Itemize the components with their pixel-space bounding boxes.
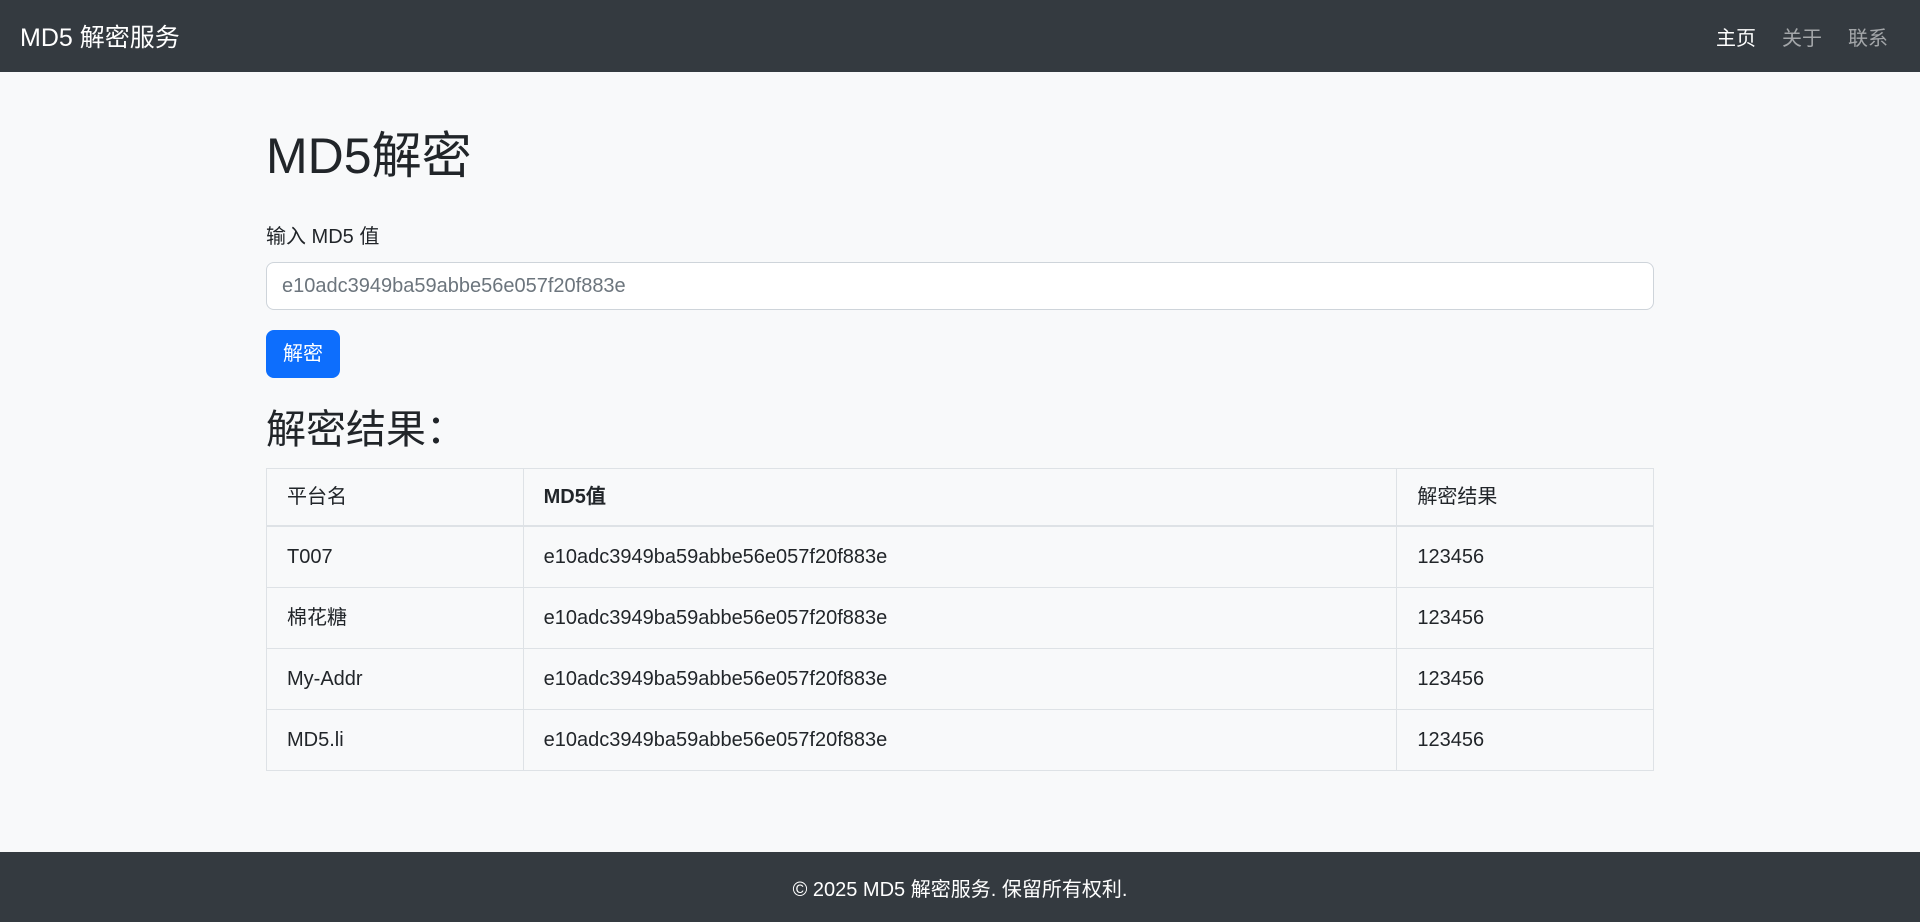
- md5-input-label: 输入 MD5 值: [266, 222, 1654, 252]
- table-row: MD5.li e10adc3949ba59abbe56e057f20f883e …: [267, 710, 1654, 771]
- cell-result: 123456: [1397, 710, 1654, 771]
- navbar-links: 主页 关于 联系: [1703, 12, 1888, 61]
- cell-result: 123456: [1397, 649, 1654, 710]
- cell-result: 123456: [1397, 526, 1654, 588]
- results-heading: 解密结果：: [266, 406, 1654, 454]
- footer-text: © 2025 MD5 解密服务. 保留所有权利.: [793, 873, 1128, 902]
- table-row: T007 e10adc3949ba59abbe56e057f20f883e 12…: [267, 526, 1654, 588]
- navbar: MD5 解密服务 主页 关于 联系: [0, 0, 1920, 72]
- md5-input[interactable]: [266, 262, 1654, 310]
- nav-link-about[interactable]: 关于: [1769, 12, 1835, 61]
- cell-platform: MD5.li: [267, 710, 524, 771]
- table-header-row: 平台名 MD5值 解密结果: [267, 469, 1654, 527]
- cell-platform: T007: [267, 526, 524, 588]
- table-row: 棉花糖 e10adc3949ba59abbe56e057f20f883e 123…: [267, 588, 1654, 649]
- main-content: MD5解密 输入 MD5 值 解密 解密结果： 平台名 MD5值 解密结果 T0…: [266, 72, 1654, 852]
- cell-result: 123456: [1397, 588, 1654, 649]
- cell-md5: e10adc3949ba59abbe56e057f20f883e: [523, 649, 1397, 710]
- cell-platform: My-Addr: [267, 649, 524, 710]
- results-table-body: T007 e10adc3949ba59abbe56e057f20f883e 12…: [267, 526, 1654, 771]
- cell-md5: e10adc3949ba59abbe56e057f20f883e: [523, 526, 1397, 588]
- cell-platform: 棉花糖: [267, 588, 524, 649]
- results-table: 平台名 MD5值 解密结果 T007 e10adc3949ba59abbe56e…: [266, 468, 1654, 771]
- nav-link-contact[interactable]: 联系: [1835, 12, 1888, 61]
- site-footer: © 2025 MD5 解密服务. 保留所有权利.: [0, 852, 1920, 922]
- page-title: MD5解密: [266, 126, 1654, 186]
- results-table-head: 平台名 MD5值 解密结果: [267, 469, 1654, 527]
- cell-md5: e10adc3949ba59abbe56e057f20f883e: [523, 710, 1397, 771]
- cell-md5: e10adc3949ba59abbe56e057f20f883e: [523, 588, 1397, 649]
- table-row: My-Addr e10adc3949ba59abbe56e057f20f883e…: [267, 649, 1654, 710]
- header-md5: MD5值: [523, 469, 1397, 527]
- nav-link-home[interactable]: 主页: [1703, 12, 1769, 61]
- header-platform: 平台名: [267, 469, 524, 527]
- navbar-brand[interactable]: MD5 解密服务: [20, 18, 180, 54]
- decrypt-button[interactable]: 解密: [266, 330, 340, 378]
- page: MD5 解密服务 主页 关于 联系 MD5解密 输入 MD5 值 解密 解密结果…: [0, 0, 1920, 922]
- header-result: 解密结果: [1397, 469, 1654, 527]
